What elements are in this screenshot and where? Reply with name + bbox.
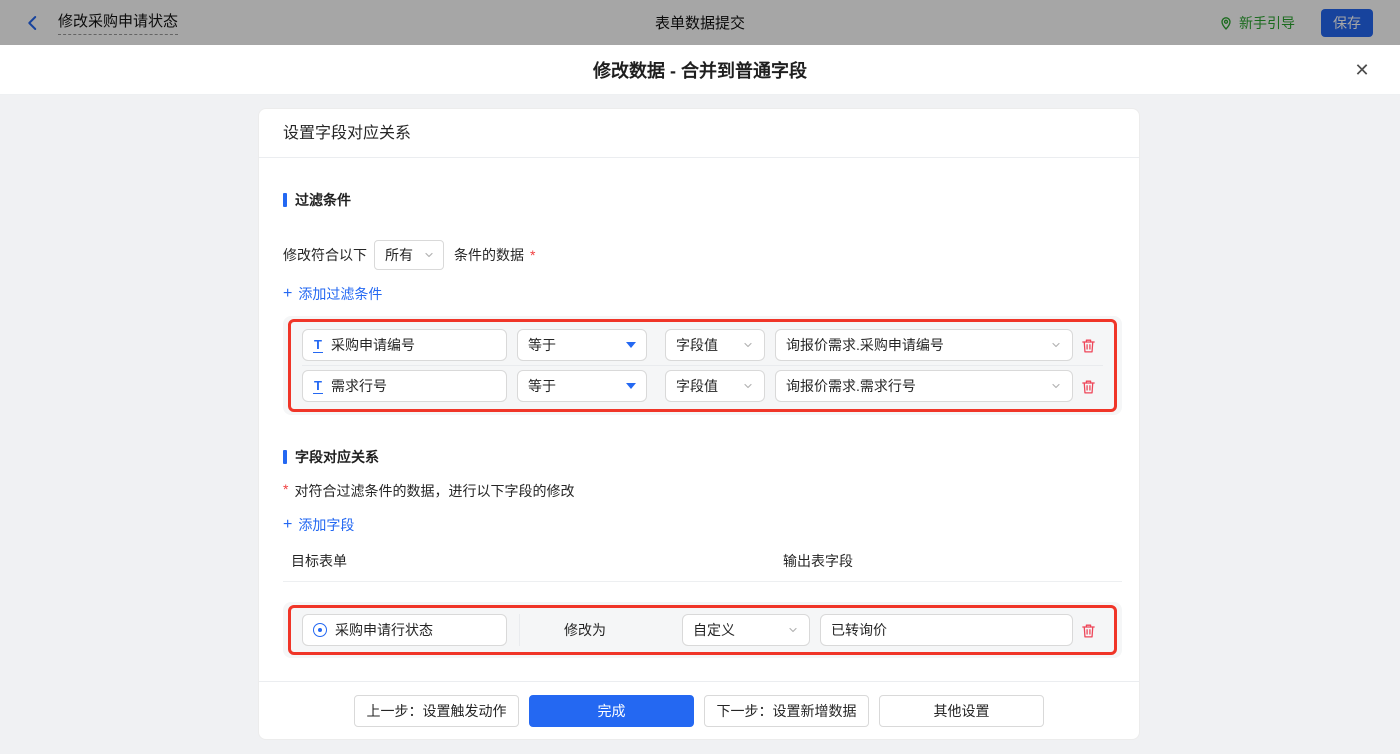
chevron-down-icon	[423, 249, 435, 261]
done-button[interactable]: 完成	[529, 694, 694, 727]
compare-value-select[interactable]: 询报价需求.采购申请编号	[775, 329, 1073, 361]
modal-header: 修改数据 - 合并到普通字段 ✕	[0, 45, 1400, 95]
value-mode-value: 自定义	[693, 622, 735, 638]
mapping-section-title: 字段对应关系	[283, 447, 1122, 467]
mapping-section-label: 字段对应关系	[295, 449, 379, 465]
filter-row: T 需求行号 等于 字段值 询报价需求.需求行号	[302, 370, 1103, 402]
radio-field-icon	[313, 623, 327, 637]
mapping-description: 对符合过滤条件的数据，进行以下字段的修改	[294, 483, 575, 499]
filter-rows-container: T 采购申请编号 等于 字段值 询报价需求.采购申请编号 T 需求行号 等于 字…	[283, 316, 1122, 415]
operator-value: 等于	[528, 378, 556, 394]
section-accent-bar	[283, 450, 287, 464]
top-bar: 修改采购申请状态 表单数据提交 新手引导 保存	[0, 0, 1400, 45]
card-footer: 上一步：设置触发动作 完成 下一步：设置新增数据 其他设置	[259, 681, 1139, 739]
chevron-down-icon	[1050, 339, 1062, 351]
match-prefix-label: 修改符合以下	[283, 247, 367, 263]
custom-value-input[interactable]: 已转询价	[820, 614, 1073, 646]
chevron-down-icon	[787, 624, 799, 636]
card-body: 过滤条件 修改符合以下 所有 条件的数据 * + 添加过滤条件 T 采购申请编号…	[259, 190, 1139, 658]
mapping-columns-header: 目标表单 输出表字段	[283, 551, 1122, 582]
value-type-select[interactable]: 字段值	[665, 329, 765, 361]
target-field-input[interactable]: 采购申请行状态	[302, 614, 507, 646]
chevron-down-icon	[742, 380, 754, 392]
beginner-guide-link[interactable]: 新手引导	[1218, 13, 1295, 33]
operator-select[interactable]: 等于	[517, 370, 647, 402]
modal-title: 修改数据 - 合并到普通字段	[593, 60, 807, 81]
text-field-icon: T	[313, 377, 323, 394]
value-type-select[interactable]: 字段值	[665, 370, 765, 402]
custom-value: 已转询价	[831, 622, 887, 638]
filter-field-value: 需求行号	[330, 378, 387, 394]
section-accent-bar	[283, 193, 287, 207]
add-field-label: 添加字段	[298, 517, 355, 533]
modify-to-label: 修改为	[564, 622, 606, 638]
modify-data-modal: 修改数据 - 合并到普通字段 ✕ 设置字段对应关系 过滤条件 修改符合以下 所有	[0, 45, 1400, 755]
mapping-row: 采购申请行状态 修改为 自定义 已转询价	[302, 614, 1103, 646]
add-filter-condition-label: 添加过滤条件	[298, 286, 383, 302]
compare-value: 询报价需求.采购申请编号	[786, 337, 944, 353]
column-output-field: 输出表字段	[783, 553, 853, 569]
delete-row-icon[interactable]	[1073, 337, 1103, 354]
compare-value-select[interactable]: 询报价需求.需求行号	[775, 370, 1073, 402]
delete-row-icon[interactable]	[1073, 378, 1103, 395]
mapping-description-row: * 对符合过滤条件的数据，进行以下字段的修改	[283, 481, 1122, 501]
column-target-form: 目标表单	[291, 553, 347, 569]
page-title: 表单数据提交	[654, 15, 745, 32]
operator-select[interactable]: 等于	[517, 329, 647, 361]
text-field-icon: T	[313, 336, 323, 353]
next-step-button[interactable]: 下一步：设置新增数据	[704, 694, 869, 727]
chevron-down-icon	[1050, 380, 1062, 392]
prev-step-button[interactable]: 上一步：设置触发动作	[354, 694, 519, 727]
column-divider	[519, 614, 520, 646]
match-mode-select[interactable]: 所有	[374, 240, 444, 270]
match-mode-value: 所有	[385, 247, 413, 263]
caret-down-icon	[626, 342, 636, 348]
tutorial-highlight-box: 采购申请行状态 修改为 自定义 已转询价	[288, 605, 1117, 655]
value-type-value: 字段值	[676, 378, 718, 394]
caret-down-icon	[626, 383, 636, 389]
match-suffix-label: 条件的数据	[454, 247, 524, 263]
add-filter-condition-button[interactable]: + 添加过滤条件	[283, 284, 382, 304]
filter-field-input[interactable]: T 采购申请编号	[302, 329, 507, 361]
match-condition-row: 修改符合以下 所有 条件的数据 *	[283, 240, 1122, 270]
chevron-down-icon	[742, 339, 754, 351]
plus-icon: +	[283, 285, 293, 302]
compare-value: 询报价需求.需求行号	[786, 378, 916, 394]
save-button[interactable]: 保存	[1321, 8, 1373, 37]
other-settings-button[interactable]: 其他设置	[879, 694, 1044, 727]
close-icon[interactable]: ✕	[1350, 58, 1374, 82]
target-field-value: 采购申请行状态	[335, 622, 433, 638]
filter-row: T 采购申请编号 等于 字段值 询报价需求.采购申请编号	[302, 329, 1103, 361]
operator-value: 等于	[528, 337, 556, 353]
required-asterisk: *	[530, 247, 536, 263]
delete-row-icon[interactable]	[1073, 622, 1103, 639]
filter-section-title: 过滤条件	[283, 190, 1122, 210]
row-divider	[302, 365, 1103, 366]
tutorial-highlight-box: T 采购申请编号 等于 字段值 询报价需求.采购申请编号 T 需求行号 等于 字…	[288, 319, 1117, 412]
location-pin-icon	[1218, 15, 1234, 31]
value-type-value: 字段值	[676, 337, 718, 353]
beginner-guide-label: 新手引导	[1239, 14, 1295, 31]
modal-body: 设置字段对应关系 过滤条件 修改符合以下 所有 条件的数据 * + 添加过滤条件…	[0, 95, 1400, 754]
required-asterisk: *	[283, 481, 289, 497]
filter-section-label: 过滤条件	[295, 192, 351, 208]
mapping-rows-container: 采购申请行状态 修改为 自定义 已转询价	[283, 602, 1122, 658]
add-field-button[interactable]: + 添加字段	[283, 515, 354, 535]
filter-field-input[interactable]: T 需求行号	[302, 370, 507, 402]
filter-field-value: 采购申请编号	[330, 337, 415, 353]
card-header: 设置字段对应关系	[259, 109, 1139, 158]
plus-icon: +	[283, 516, 293, 533]
field-mapping-card: 设置字段对应关系 过滤条件 修改符合以下 所有 条件的数据 * + 添加过滤条件…	[258, 108, 1140, 740]
value-mode-select[interactable]: 自定义	[682, 614, 810, 646]
